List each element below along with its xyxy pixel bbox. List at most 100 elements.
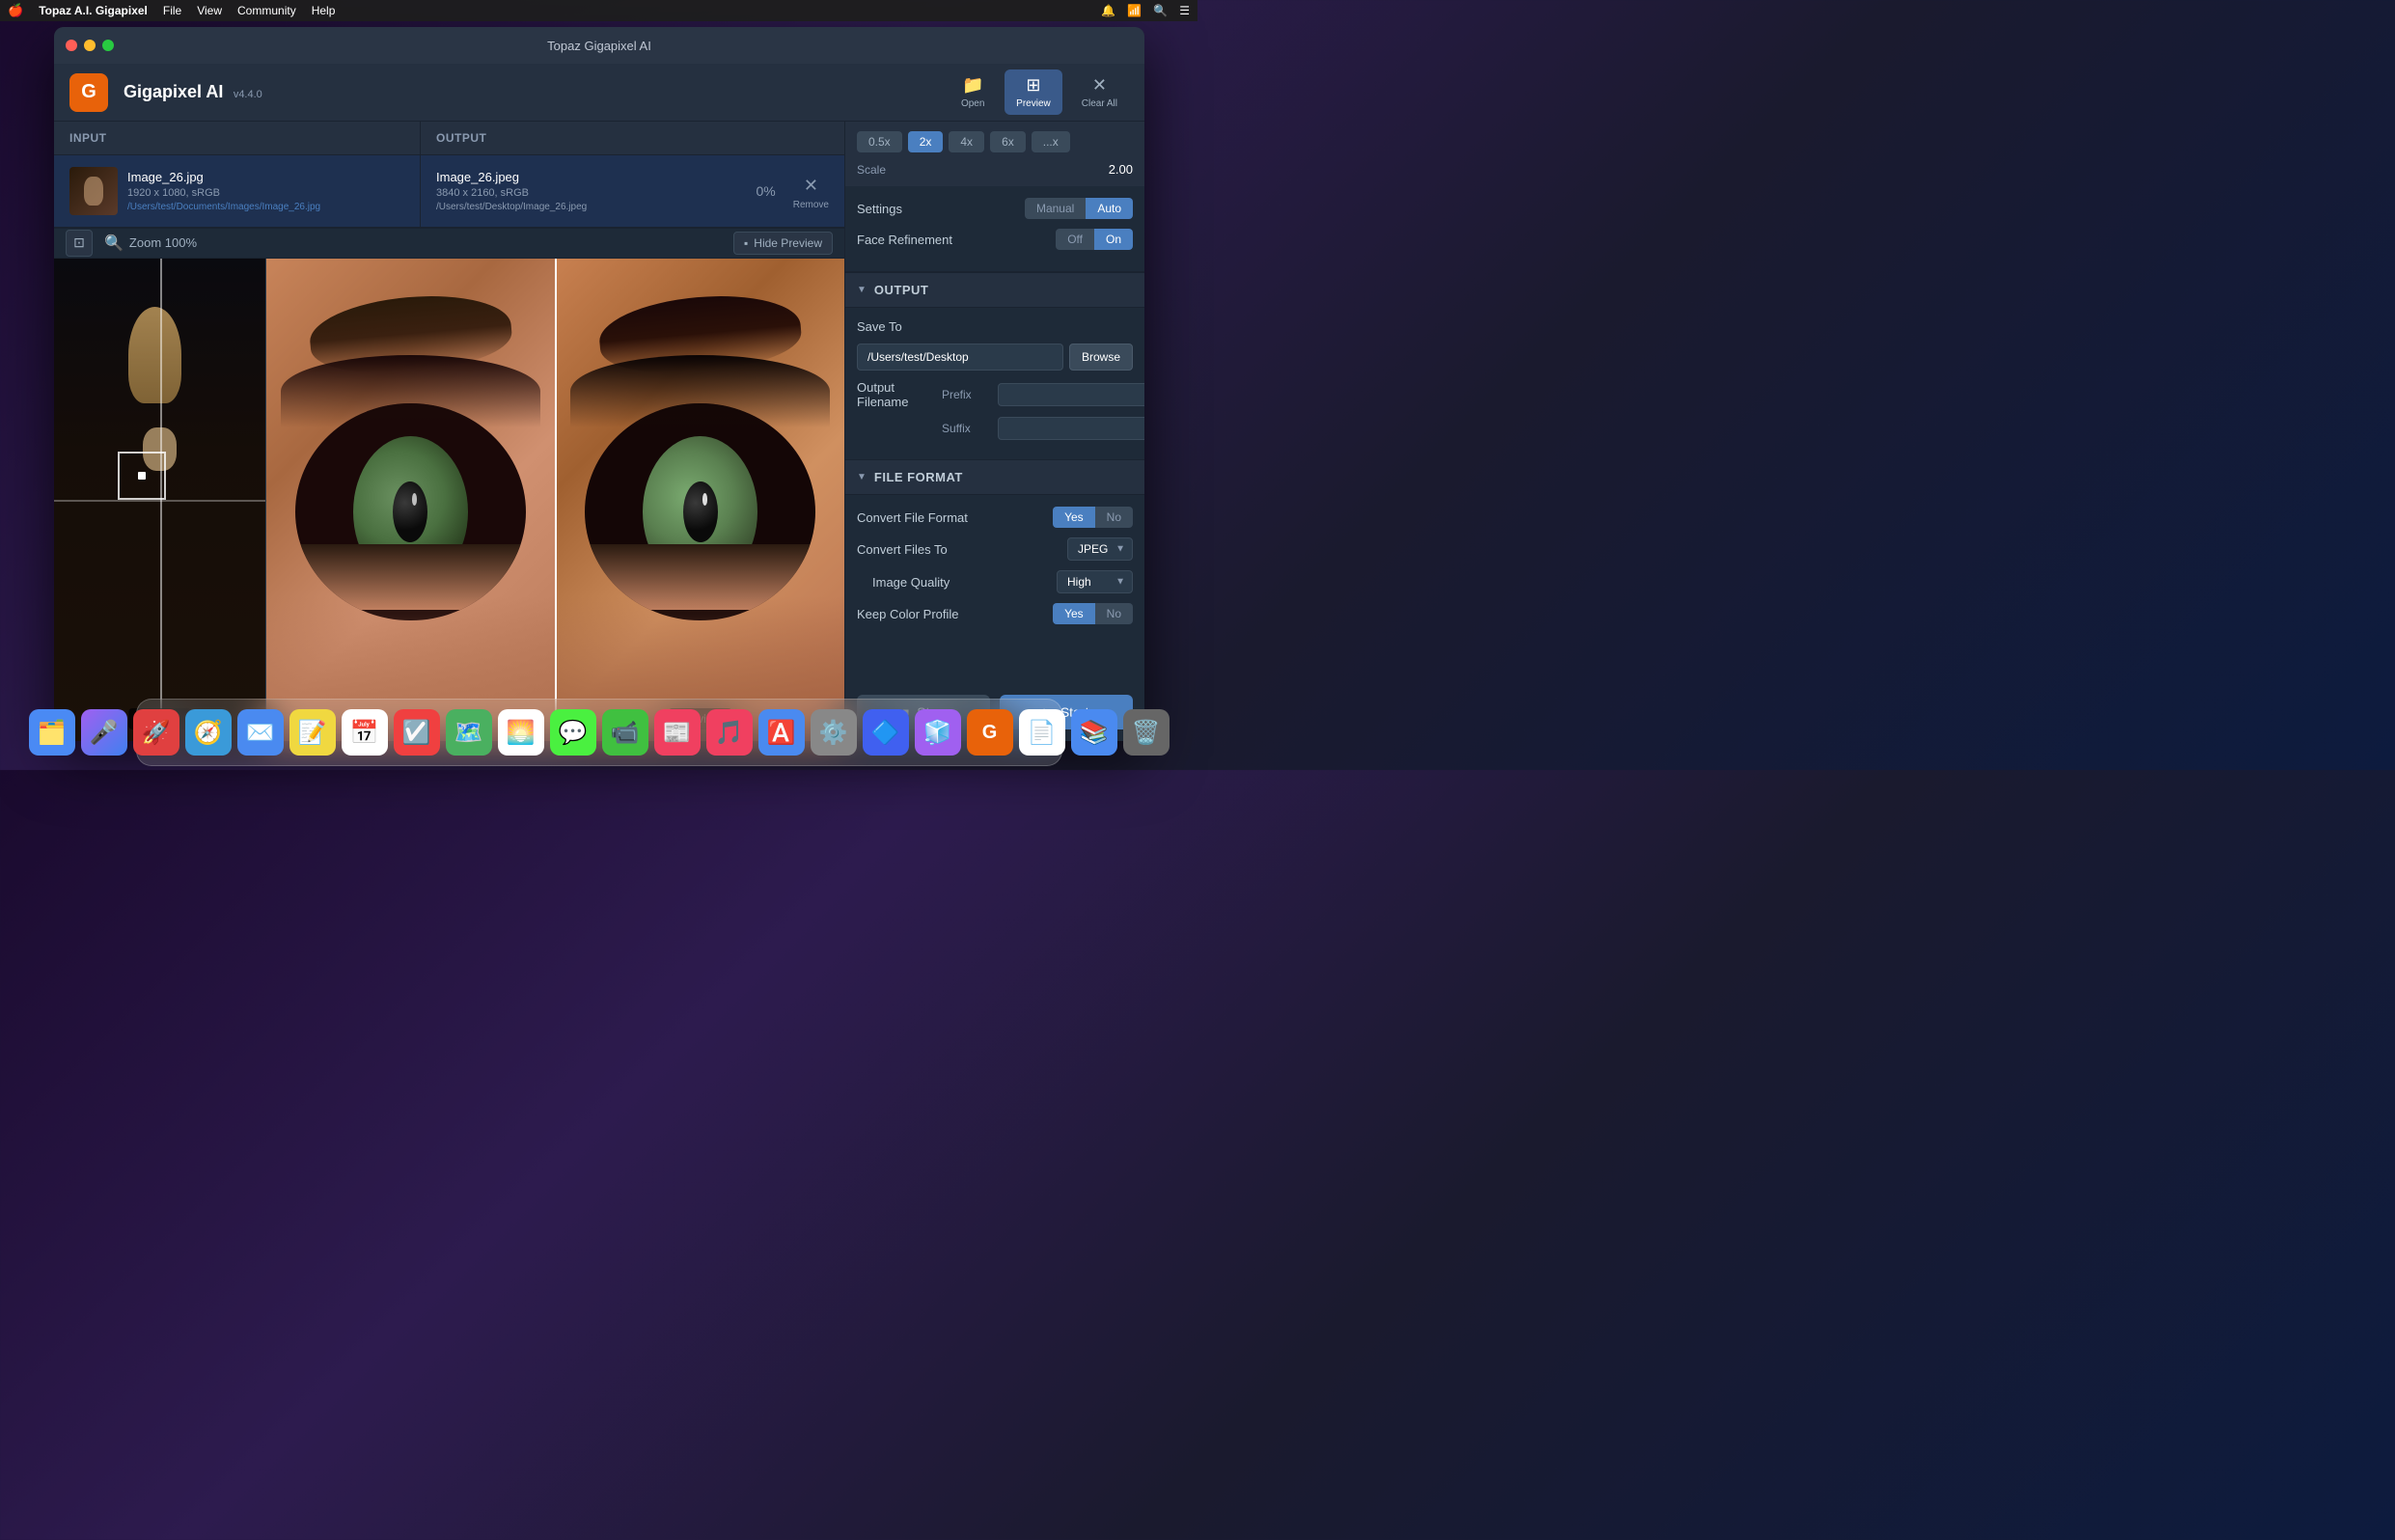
dock-item-music[interactable]: 🎵 [706,709,753,756]
preview-eye-canvas [557,259,845,741]
preview-button[interactable]: ⊞ Preview [1005,69,1062,115]
layout-button[interactable]: ⊡ [66,230,93,257]
face-refinement-toggle: Off On [1056,229,1133,250]
wifi-icon[interactable]: 📶 [1127,4,1142,17]
save-to-row: Save To [857,319,1133,334]
dock-item-notes[interactable]: 📝 [289,709,336,756]
output-section-header[interactable]: ▼ OUTPUT [845,272,1144,308]
dock-item-appstore[interactable]: 🅰️ [758,709,805,756]
dock-item-maps[interactable]: 🗺️ [446,709,492,756]
scale-4x-button[interactable]: 4x [949,131,984,152]
selection-box[interactable] [118,452,166,500]
left-panel: INPUT OUTPUT Image_26.jpg 1920 x 1080, s… [54,122,845,741]
main-content: INPUT OUTPUT Image_26.jpg 1920 x 1080, s… [54,122,1144,741]
apple-menu[interactable]: 🍎 [8,3,23,18]
face-on-button[interactable]: On [1094,229,1133,250]
manual-button[interactable]: Manual [1025,198,1086,219]
dock-item-messages[interactable]: 💬 [550,709,596,756]
format-select[interactable]: JPEG PNG TIFF [1067,537,1133,561]
dock-item-systemprefs[interactable]: ⚙️ [811,709,857,756]
browse-button[interactable]: Browse [1069,344,1133,371]
output-collapse-arrow: ▼ [857,285,867,295]
hide-preview-button[interactable]: ▪ Hide Preview [733,232,833,255]
auto-button[interactable]: Auto [1086,198,1133,219]
suffix-input[interactable] [998,417,1144,440]
suffix-row: Suffix [857,417,1133,440]
file-format-section-header[interactable]: ▼ FILE FORMAT [845,459,1144,495]
preview-icon: ⊞ [1026,75,1040,96]
keep-color-no-button[interactable]: No [1095,603,1133,624]
app-logo: G [69,73,108,112]
preview-zoomed-area: Preview [266,259,844,741]
help-menu-item[interactable]: Help [312,4,336,17]
quality-select-wrapper: High Medium Low ▼ [1057,570,1133,593]
settings-toggle: Manual Auto [1025,198,1133,219]
search-icon[interactable]: 🔍 [1153,4,1168,17]
minimize-button[interactable] [84,40,96,51]
prefix-sublabel: Prefix [942,388,990,401]
header-tools: 📁 Open ⊞ Preview ✕ Clear All [949,69,1129,115]
dock-item-topaz[interactable]: 🧊 [915,709,961,756]
dock-item-news[interactable]: 📰 [654,709,701,756]
keep-color-yes-button[interactable]: Yes [1053,603,1095,624]
input-dimensions: 1920 x 1080, sRGB [127,187,404,199]
convert-yes-button[interactable]: Yes [1053,507,1095,528]
app-menu-item[interactable]: Topaz A.I. Gigapixel [39,4,148,17]
menu-icon[interactable]: ☰ [1179,4,1190,17]
quality-select[interactable]: High Medium Low [1057,570,1133,593]
convert-format-label: Convert File Format [857,510,968,525]
original-thumbnail [54,259,265,741]
maximize-button[interactable] [102,40,114,51]
dock-item-mail[interactable]: ✉️ [237,709,284,756]
horizontal-guide [54,500,265,502]
clear-all-button[interactable]: ✕ Clear All [1070,69,1129,115]
settings-section: Settings Manual Auto Face Refinement Off… [845,186,1144,272]
output-section-content: Save To Browse Output Filename Prefix Su… [845,308,1144,459]
window-controls [66,40,114,51]
dock-item-facetime[interactable]: 📹 [602,709,648,756]
dock-item-photos[interactable]: 🌅 [498,709,544,756]
view-menu-item[interactable]: View [197,4,222,17]
file-info: Image_26.jpg 1920 x 1080, sRGB /Users/te… [127,170,404,212]
app-name: Gigapixel AI v4.4.0 [124,82,262,102]
face-off-button[interactable]: Off [1056,229,1094,250]
dock-item-trash[interactable]: 🗑️ [1123,709,1170,756]
remove-button[interactable]: ✕ [793,172,829,200]
close-button[interactable] [66,40,77,51]
dock-item-finder[interactable]: 🗂️ [29,709,75,756]
scale-custom-button[interactable]: ...x [1032,131,1070,152]
file-input-cell: Image_26.jpg 1920 x 1080, sRGB /Users/te… [54,155,421,227]
original-eye-view [266,259,555,741]
right-panel: 0.5x 2x 4x 6x ...x Scale 2.00 Settings M… [845,122,1144,741]
file-menu-item[interactable]: File [163,4,181,17]
save-path-input[interactable] [857,344,1063,371]
community-menu-item[interactable]: Community [237,4,296,17]
image-quality-row: Image Quality High Medium Low ▼ [857,570,1133,593]
dock-item-launchpad[interactable]: 🚀 [133,709,179,756]
dock-item-docviewer[interactable]: 📄 [1019,709,1065,756]
scale-2x-button[interactable]: 2x [908,131,944,152]
scale-6x-button[interactable]: 6x [990,131,1026,152]
dock: 🗂️ 🎤 🚀 🧭 ✉️ 📝 📅 ☑️ 🗺️ 🌅 💬 📹 📰 🎵 🅰️ ⚙️ 🔷 … [136,699,1062,766]
dock-item-siri[interactable]: 🎤 [81,709,127,756]
dock-item-gigapixel[interactable]: G [967,709,1013,756]
notification-icon[interactable]: 🔔 [1101,4,1115,17]
prefix-input[interactable] [998,383,1144,406]
convert-no-button[interactable]: No [1095,507,1133,528]
dock-item-altair[interactable]: 🔷 [863,709,909,756]
dock-item-calendar[interactable]: 📅 [342,709,388,756]
input-filename: Image_26.jpg [127,170,404,184]
settings-row: Settings Manual Auto [857,198,1133,219]
file-format-content: Convert File Format Yes No Convert Files… [845,495,1144,646]
preview-images: Original [54,259,844,741]
open-button[interactable]: 📁 Open [949,69,997,115]
convert-format-row: Convert File Format Yes No [857,507,1133,528]
dock-item-appshelf[interactable]: 📚 [1071,709,1117,756]
convert-to-label: Convert Files To [857,542,948,557]
keep-color-toggle: Yes No [1053,603,1133,624]
dock-item-reminders[interactable]: ☑️ [394,709,440,756]
scale-0-5x-button[interactable]: 0.5x [857,131,902,152]
face-refinement-row: Face Refinement Off On [857,229,1133,250]
zoom-indicator: 🔍 Zoom 100% [104,234,197,253]
dock-item-safari[interactable]: 🧭 [185,709,232,756]
